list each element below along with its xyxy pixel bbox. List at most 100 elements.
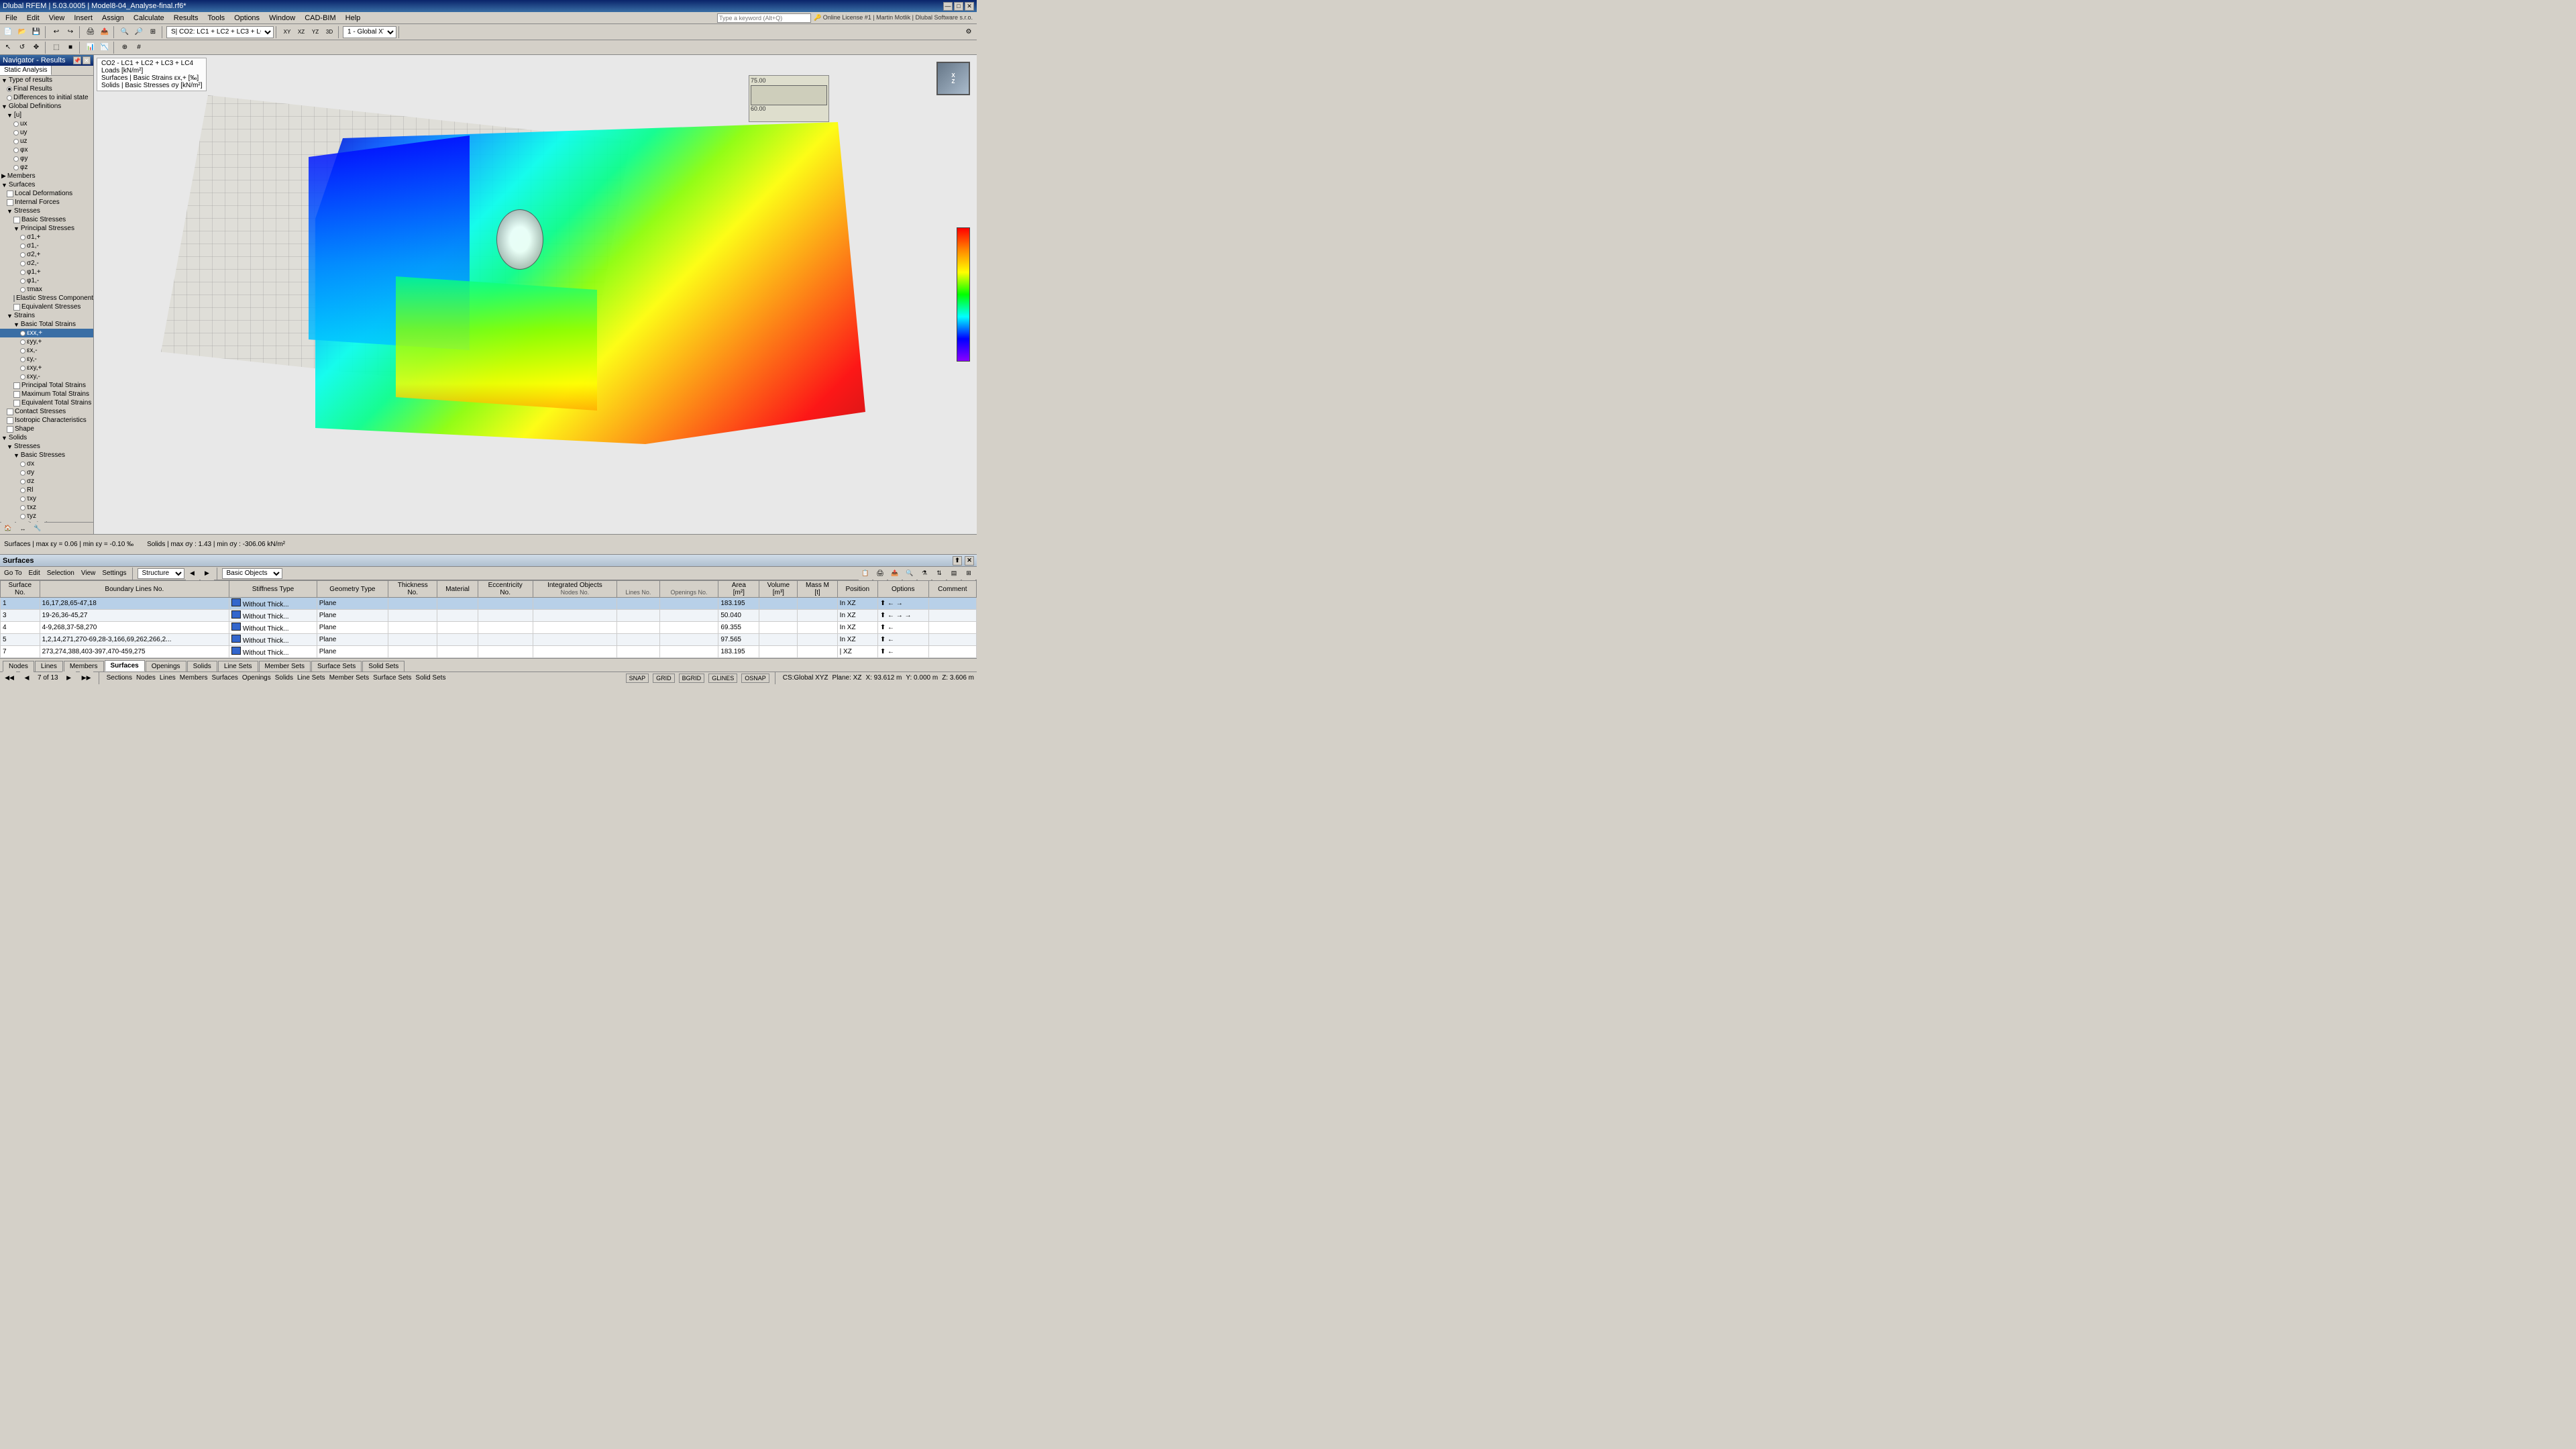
radio-uz[interactable] <box>13 139 19 144</box>
radio-exym[interactable] <box>20 374 25 380</box>
nav-final-results[interactable]: Final Results <box>0 85 93 93</box>
nav-sy[interactable]: σy <box>0 468 93 477</box>
check-shape[interactable] <box>7 426 13 433</box>
nav-principal-stresses[interactable]: ▼ Principal Stresses <box>0 224 93 233</box>
radio-txy[interactable] <box>20 496 25 502</box>
search-input[interactable] <box>717 13 811 23</box>
nav-phiz[interactable]: φz <box>0 163 93 172</box>
filter-objects-select[interactable]: Basic Objects <box>222 568 282 579</box>
radio-txz[interactable] <box>20 505 25 511</box>
check-equiv[interactable] <box>13 304 20 311</box>
nav-next[interactable]: ▶ <box>62 672 76 685</box>
nav-exyp[interactable]: εxy,+ <box>0 364 93 372</box>
radio-sx[interactable] <box>20 462 25 467</box>
bgrid-btn[interactable]: BGRID <box>679 674 705 683</box>
tb-zoom-fit[interactable]: ⊞ <box>146 25 160 39</box>
check-contact[interactable] <box>7 409 13 415</box>
table-selection[interactable]: Selection <box>44 570 77 577</box>
radio-phix[interactable] <box>13 148 19 153</box>
check-et[interactable] <box>13 400 20 407</box>
tb-table-filter[interactable]: ⚗ <box>918 567 931 580</box>
nav-last[interactable]: ▶▶ <box>80 672 93 685</box>
nav-txz[interactable]: τxz <box>0 503 93 512</box>
nav-elastic-stress[interactable]: Elastic Stress Components <box>0 294 93 303</box>
tb-save[interactable]: 💾 <box>30 25 43 39</box>
radio-eyy[interactable] <box>20 339 25 345</box>
nav-differences[interactable]: Differences to initial state <box>0 93 93 102</box>
tb-pan[interactable]: ✥ <box>30 41 43 54</box>
table-edit[interactable]: Edit <box>26 570 43 577</box>
nav-basic-total[interactable]: ▼ Basic Total Strains <box>0 320 93 329</box>
nav-u-group[interactable]: ▼ [u] <box>0 111 93 119</box>
table-goto[interactable]: Go To <box>1 570 25 577</box>
nav-contact-stress[interactable]: Contact Stresses <box>0 407 93 416</box>
nav-s2p[interactable]: σ2,+ <box>0 250 93 259</box>
tb-table-print[interactable]: 🖨 <box>873 567 887 580</box>
check-pt[interactable] <box>13 382 20 389</box>
filter-type-select[interactable]: Structure <box>138 568 184 579</box>
nav-s1m[interactable]: σ1,- <box>0 241 93 250</box>
tb-table-columns[interactable]: ⊞ <box>962 567 975 580</box>
tb-table-copy[interactable]: 📋 <box>859 567 872 580</box>
nav-btn-2[interactable]: ↔ <box>16 522 30 535</box>
osnap-btn[interactable]: OSNAP <box>741 674 769 683</box>
nav-stresses[interactable]: ▼ Stresses <box>0 207 93 215</box>
maximize-button[interactable]: □ <box>954 2 963 11</box>
tb-rotate[interactable]: ↺ <box>15 41 29 54</box>
nav-principal-total[interactable]: Principal Total Strains <box>0 381 93 390</box>
nav-solid-stresses[interactable]: ▼ Stresses <box>0 442 93 451</box>
radio-sz[interactable] <box>20 479 25 484</box>
nav-equiv-total[interactable]: Equivalent Total Strains <box>0 398 93 407</box>
table-settings[interactable]: Settings <box>99 570 129 577</box>
nav-surfaces[interactable]: ▼ Surfaces <box>0 180 93 189</box>
radio-tmax[interactable] <box>20 287 25 292</box>
radio-s1m[interactable] <box>20 244 25 249</box>
menu-calculate[interactable]: Calculate <box>129 13 168 23</box>
menu-insert[interactable]: Insert <box>70 13 97 23</box>
tab-members[interactable]: Members <box>64 661 104 672</box>
radio-tyz[interactable] <box>20 514 25 519</box>
menu-tools[interactable]: Tools <box>203 13 229 23</box>
table-view[interactable]: View <box>78 570 99 577</box>
nav-s1p[interactable]: σ1,+ <box>0 233 93 241</box>
radio-exx[interactable] <box>20 331 25 336</box>
radio-phi1m[interactable] <box>20 278 25 284</box>
menu-help[interactable]: Help <box>341 13 365 23</box>
tb-zoom-in[interactable]: 🔍 <box>118 25 131 39</box>
menu-assign[interactable]: Assign <box>98 13 128 23</box>
tb-result-off[interactable]: 📉 <box>98 41 111 54</box>
tab-line-sets[interactable]: Line Sets <box>218 661 258 672</box>
nav-tmax[interactable]: τmax <box>0 285 93 294</box>
glines-btn[interactable]: GLINES <box>708 674 737 683</box>
tb-solid-view[interactable]: ■ <box>64 41 77 54</box>
tb-redo[interactable]: ↪ <box>64 25 77 39</box>
radio-diff[interactable] <box>7 95 12 101</box>
nav-ux[interactable]: ux <box>0 119 93 128</box>
nav-txy[interactable]: τxy <box>0 494 93 503</box>
panel-close-btn[interactable]: ✕ <box>965 556 974 566</box>
tb-undo[interactable]: ↩ <box>50 25 63 39</box>
tab-openings[interactable]: Openings <box>146 661 186 672</box>
table-row[interactable]: 116,17,28,65-47,18 Without Thick...Plane… <box>1 598 977 610</box>
nav-solid-basic[interactable]: ▼ Basic Stresses <box>0 451 93 460</box>
radio-sy[interactable] <box>20 470 25 476</box>
menu-view[interactable]: View <box>45 13 69 23</box>
table-row[interactable]: 319-26,36-45,27 Without Thick...Plane50.… <box>1 610 977 622</box>
nav-internal-forces[interactable]: Internal Forces <box>0 198 93 207</box>
tb-export[interactable]: 📤 <box>98 25 111 39</box>
radio-s1p[interactable] <box>20 235 25 240</box>
check-mt[interactable] <box>13 391 20 398</box>
tb-zoom-out[interactable]: 🔎 <box>132 25 146 39</box>
nav-tab-static[interactable]: Static Analysis <box>0 66 52 75</box>
nav-max-total[interactable]: Maximum Total Strains <box>0 390 93 398</box>
nav-phiy[interactable]: φy <box>0 154 93 163</box>
nav-uy[interactable]: uy <box>0 128 93 137</box>
nav-exx[interactable]: εxx,+ <box>0 329 93 337</box>
tb-new[interactable]: 📄 <box>1 25 15 39</box>
radio-s2p[interactable] <box>20 252 25 258</box>
tb-table-search[interactable]: 🔍 <box>903 567 916 580</box>
nav-tyz[interactable]: τyz <box>0 512 93 521</box>
nav-exym[interactable]: εxy,- <box>0 372 93 381</box>
check-iso[interactable] <box>7 417 13 424</box>
nav-uz[interactable]: uz <box>0 137 93 146</box>
